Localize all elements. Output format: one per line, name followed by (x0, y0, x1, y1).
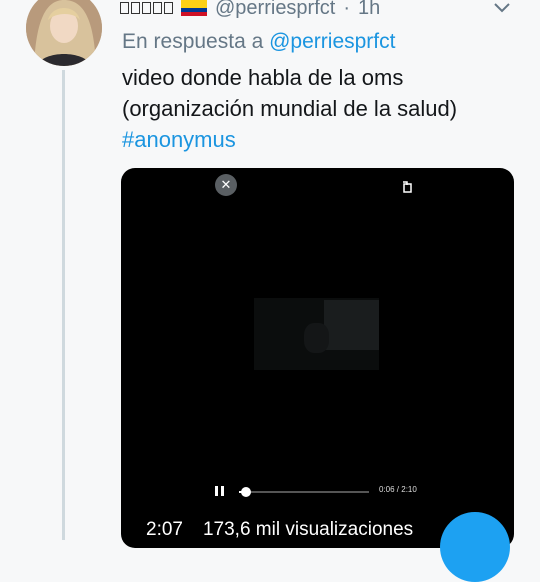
compose-button[interactable] (440, 512, 510, 582)
video-duration: 2:07 (146, 519, 183, 540)
rotate-icon[interactable] (401, 180, 415, 194)
reply-context: En respuesta a @perriesprfct (122, 30, 395, 54)
pause-icon[interactable] (215, 486, 225, 498)
playback-time: 0:06 / 2:10 (379, 485, 417, 494)
tweet-text: video donde habla de la oms (organizació… (122, 62, 457, 155)
avatar[interactable] (26, 0, 102, 66)
tweet-text-line-1: video donde habla de la oms (122, 65, 404, 90)
avatar-photo-icon (26, 0, 102, 66)
thread-line (62, 70, 65, 540)
view-count: 173,6 mil visualizaciones (202, 519, 414, 540)
video-player[interactable]: ✕ 0:06 / 2:10 (121, 168, 514, 548)
hashtag-link[interactable]: #anonymus (122, 124, 457, 155)
handle[interactable]: @perriesprfct (215, 0, 335, 20)
video-meta: 2:07 173,6 mil visualizaciones (146, 519, 413, 541)
progress-bar[interactable] (239, 487, 369, 497)
colombia-flag-icon (181, 0, 207, 16)
close-icon[interactable]: ✕ (215, 174, 237, 196)
reply-prefix: En respuesta a (122, 30, 264, 53)
reply-mention-link[interactable]: @perriesprfct (269, 30, 395, 53)
tweet-text-line-2: (organización mundial de la salud) (122, 96, 458, 121)
progress-thumb[interactable] (240, 487, 251, 497)
video-frame (254, 298, 379, 370)
chevron-down-icon[interactable] (492, 0, 512, 18)
timestamp[interactable]: 1h (358, 0, 380, 20)
tweet-header: @perriesprfct · 1h (120, 0, 380, 22)
display-name[interactable] (120, 2, 173, 14)
separator: · (343, 0, 351, 19)
